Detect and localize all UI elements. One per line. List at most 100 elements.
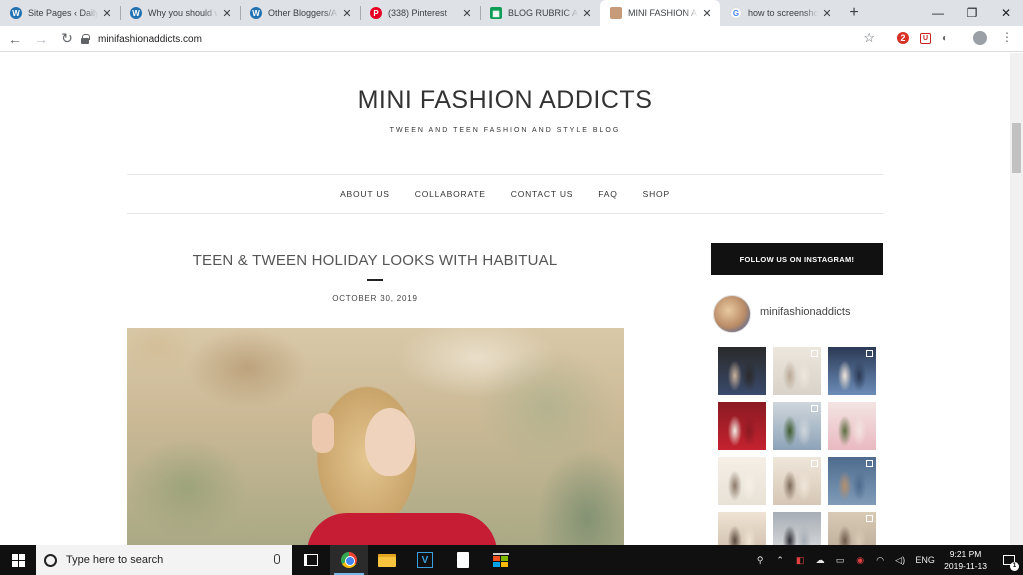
browser-tab[interactable]: ▦ BLOG RUBRIC AND✕ xyxy=(480,0,600,26)
battery-icon[interactable]: ▭ xyxy=(832,555,848,566)
instagram-thumbnail[interactable] xyxy=(773,402,821,450)
instagram-thumbnail[interactable] xyxy=(828,457,876,505)
reload-icon[interactable]: ↻ xyxy=(56,28,78,50)
people-icon[interactable]: ⚲ xyxy=(752,555,768,566)
instagram-thumbnail[interactable] xyxy=(718,512,766,545)
browser-tab[interactable]: W Other Bloggers/Au ✕ xyxy=(240,0,360,26)
system-tray: ⚲ ⌃ ◧ ☁ ▭ ◉ ◠ ◁) ENG 9:21 PM 2019-11-13 … xyxy=(750,545,1023,575)
action-center-icon[interactable]: 1 xyxy=(995,555,1023,571)
browser-tab[interactable]: W Why you should w ✕ xyxy=(120,0,240,26)
title-divider xyxy=(367,279,383,281)
instagram-thumbnail[interactable] xyxy=(718,402,766,450)
site-title[interactable]: MINI FASHION ADDICTS xyxy=(0,86,1010,115)
multi-photo-icon xyxy=(866,350,873,357)
browser-tab[interactable]: W Site Pages ‹ Daily T✕ xyxy=(0,0,120,26)
site-tagline: TWEEN AND TEEN FASHION AND STYLE BLOG xyxy=(389,127,621,134)
vpn-app-icon[interactable]: V xyxy=(406,545,444,575)
close-tab-icon[interactable]: ✕ xyxy=(340,7,354,20)
language-indicator[interactable]: ENG xyxy=(912,555,938,565)
wifi-icon[interactable]: ◠ xyxy=(872,555,888,566)
clock-date: 2019-11-13 xyxy=(944,561,987,571)
page-scrollbar[interactable] xyxy=(1010,53,1023,545)
tab-title: Why you should w xyxy=(148,8,218,18)
close-tab-icon[interactable]: ✕ xyxy=(100,7,114,20)
tab-title: (338) Pinterest xyxy=(388,8,448,18)
instagram-thumbnail[interactable] xyxy=(773,512,821,545)
lock-icon[interactable] xyxy=(80,34,90,44)
scrollbar-thumb[interactable] xyxy=(1012,123,1021,173)
instagram-thumbnail[interactable] xyxy=(828,402,876,450)
close-tab-icon[interactable]: ✕ xyxy=(580,7,594,20)
microphone-icon[interactable] xyxy=(274,554,280,564)
instagram-thumbnail[interactable] xyxy=(828,512,876,545)
nav-shop[interactable]: SHOP xyxy=(643,189,670,199)
multi-photo-icon xyxy=(811,350,818,357)
instagram-thumbnail[interactable] xyxy=(773,457,821,505)
microsoft-store-icon[interactable] xyxy=(482,545,520,575)
back-arrow-icon[interactable]: ← xyxy=(4,28,26,50)
browser-tab[interactable]: Ghow to screenshot o✕ xyxy=(720,0,840,26)
nav-collaborate[interactable]: COLLABORATE xyxy=(415,189,486,199)
instagram-avatar[interactable] xyxy=(713,295,751,333)
browser-tab-active[interactable]: MINI FASHION ADD✕ xyxy=(600,0,720,26)
site-favicon-icon xyxy=(610,7,622,19)
address-bar[interactable]: minifashionaddicts.com xyxy=(80,28,893,50)
extension-shield-icon[interactable]: ◐ xyxy=(937,30,953,46)
nav-about-us[interactable]: ABOUT US xyxy=(340,189,390,199)
hero-figure-hand xyxy=(312,413,334,453)
close-tab-icon[interactable]: ✕ xyxy=(700,7,714,20)
tab-title: MINI FASHION ADD xyxy=(628,8,698,18)
new-tab-button[interactable]: + xyxy=(840,0,868,26)
instagram-thumbnail[interactable] xyxy=(773,347,821,395)
search-placeholder[interactable]: Type here to search xyxy=(66,554,163,566)
close-tab-icon[interactable]: ✕ xyxy=(820,7,834,20)
google-sheets-icon: ▦ xyxy=(490,7,502,19)
post-date: OCTOBER 30, 2019 xyxy=(332,294,418,303)
wordpress-icon: W xyxy=(130,7,142,19)
extension-badge-icon[interactable]: 2 xyxy=(897,32,909,44)
nav-contact-us[interactable]: CONTACT US xyxy=(511,189,573,199)
taskbar-search-box[interactable]: Type here to search xyxy=(36,545,292,575)
post-title[interactable]: TEEN & TWEEN HOLIDAY LOOKS WITH HABITUAL xyxy=(127,252,623,269)
document-app-icon[interactable] xyxy=(444,545,482,575)
menu-dots-icon[interactable]: ⋮ xyxy=(1001,30,1013,44)
tab-title: Site Pages ‹ Daily T xyxy=(28,8,98,18)
windows-start-icon[interactable] xyxy=(0,545,36,575)
instagram-thumbnail[interactable] xyxy=(718,457,766,505)
minimize-icon[interactable]: — xyxy=(921,0,955,26)
task-view-icon[interactable] xyxy=(292,545,330,575)
show-hidden-icons-chevron-icon[interactable]: ⌃ xyxy=(772,555,788,566)
volume-icon[interactable]: ◁) xyxy=(892,555,908,566)
restore-icon[interactable]: ❐ xyxy=(955,0,989,26)
close-window-icon[interactable]: ✕ xyxy=(989,0,1023,26)
bookmark-star-icon[interactable]: ☆ xyxy=(863,30,875,46)
multi-photo-icon xyxy=(811,460,818,467)
browser-tab[interactable]: P (338) Pinterest ✕ xyxy=(360,0,480,26)
window-controls: — ❐ ✕ xyxy=(921,0,1023,26)
tab-title: how to screenshot o xyxy=(748,8,818,18)
cortana-circle-icon xyxy=(44,553,57,567)
file-explorer-icon[interactable] xyxy=(368,545,406,575)
tray-app-icon[interactable]: ◧ xyxy=(792,555,808,566)
onedrive-cloud-icon[interactable]: ☁ xyxy=(812,555,828,566)
extension-icon[interactable]: U xyxy=(920,33,931,44)
taskbar-clock[interactable]: 9:21 PM 2019-11-13 xyxy=(944,548,987,572)
follow-instagram-button[interactable]: FOLLOW US ON INSTAGRAM! xyxy=(711,243,883,275)
chrome-taskbar-icon[interactable] xyxy=(330,545,368,575)
forward-arrow-icon[interactable]: → xyxy=(30,28,52,50)
wordpress-icon: W xyxy=(10,7,22,19)
instagram-username[interactable]: minifashionaddicts xyxy=(760,306,851,318)
url-text[interactable]: minifashionaddicts.com xyxy=(98,34,202,45)
profile-avatar-icon[interactable] xyxy=(973,31,987,45)
instagram-thumbnail[interactable] xyxy=(828,347,876,395)
nav-faq[interactable]: FAQ xyxy=(598,189,617,199)
tray-security-icon[interactable]: ◉ xyxy=(852,555,868,566)
multi-photo-icon xyxy=(866,515,873,522)
pinterest-icon: P xyxy=(370,7,382,19)
close-tab-icon[interactable]: ✕ xyxy=(220,7,234,20)
instagram-thumbnail[interactable] xyxy=(718,347,766,395)
close-tab-icon[interactable]: ✕ xyxy=(460,7,474,20)
instagram-grid xyxy=(718,347,876,545)
post-hero-image[interactable] xyxy=(127,328,624,545)
clock-time: 9:21 PM xyxy=(949,549,982,559)
